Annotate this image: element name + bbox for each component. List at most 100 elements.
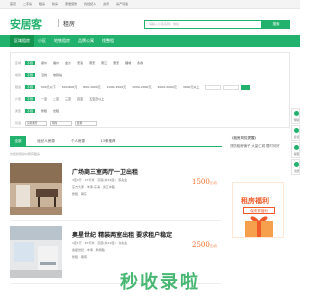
search-button[interactable]: 搜索: [262, 20, 290, 29]
service-button[interactable]: 客服: [291, 142, 300, 158]
house-type-select[interactable]: 房屋类型: [25, 120, 47, 126]
tab-recommended[interactable]: 13条推荐: [96, 136, 120, 147]
filter-option[interactable]: 鲤城: [125, 61, 131, 65]
filter-option[interactable]: 不限: [25, 97, 36, 101]
listing-item[interactable]: 广场商三室两厅一卫出租 3室2厅 · 97平米 · 高层(共32层) · 陈先生…: [10, 163, 222, 221]
filter-option[interactable]: 800-1000元: [83, 85, 100, 89]
filter-row-type: 类型 不限 整租 合租: [11, 107, 289, 115]
filter-option[interactable]: 3000元以上: [183, 85, 200, 89]
filter-option[interactable]: 地铁站: [53, 73, 62, 77]
filter-option[interactable]: 500-800元: [62, 85, 78, 89]
top-label: 顶部: [293, 170, 300, 173]
tab-agent-listings[interactable]: 经纪人房源: [32, 136, 60, 147]
filter-row-layout: 户型 不限 一室 二室 三室 四室 五室及以上: [11, 95, 289, 103]
promo-banner[interactable]: 租房福利 保来宾福利: [232, 182, 284, 238]
site-logo[interactable]: 安居客: [10, 16, 42, 32]
filter-option[interactable]: 五室及以上: [89, 97, 104, 101]
filter-row-price: 租金 不限 500元以下 500-800元 800-1000元 1000-150…: [11, 83, 289, 91]
listing-address: 奥星世纪 · 丰泽 · 刺桐路: [72, 248, 105, 252]
filter-option[interactable]: 南安: [89, 61, 95, 65]
listing-details: 2室1厅 · 87平米 · 高层(共31层) · 许先生: [72, 241, 128, 245]
feedback-button[interactable]: 反馈: [291, 125, 300, 141]
nav-brand-apartment[interactable]: 品牌公寓: [74, 35, 98, 47]
filter-panel: 区域 不限 郑州 福州 金沙 安溪 南安 晋江 惠安 鲤城 永春 地铁 不限 沿…: [10, 52, 290, 128]
feedback-label: 反馈: [293, 136, 300, 139]
filter-option[interactable]: 二室: [53, 97, 59, 101]
filter-option[interactable]: 三室: [65, 97, 71, 101]
filter-row-more: 筛选 房屋类型 朝向 装修: [11, 119, 289, 127]
price-unit: 元/月: [209, 181, 217, 185]
top-nav-news[interactable]: 资讯: [103, 2, 109, 6]
nav-whole-rent[interactable]: 找整租: [98, 35, 118, 47]
top-nav-home[interactable]: 首页: [10, 2, 16, 6]
help-button[interactable]: 帮助: [291, 108, 300, 124]
header: 安居客 租房 请输入小区名称、地址 搜索: [0, 10, 300, 34]
logo-divider: [58, 19, 59, 27]
filter-label: 类型: [15, 109, 22, 113]
decoration-select[interactable]: 装修: [75, 120, 97, 126]
channel-name: 租房: [63, 21, 76, 28]
filter-option[interactable]: 不限: [25, 85, 36, 89]
filter-option[interactable]: 500元以下: [41, 85, 56, 89]
filter-label: 地铁: [15, 73, 22, 77]
top-nav-decor[interactable]: 家居装修: [65, 2, 77, 6]
filter-option[interactable]: 永春: [137, 61, 143, 65]
service-label: 客服: [293, 153, 300, 156]
listing-photo[interactable]: [10, 163, 62, 215]
nav-metro-rent[interactable]: 地铁租房: [50, 35, 74, 47]
listing-address: 东方大厦 · 丰泽-东海 · 滨江中路: [72, 185, 115, 189]
result-summary: 为您找到泉州所有租房: [10, 152, 41, 156]
top-nav-new[interactable]: 新房: [52, 2, 58, 6]
price-value: 2500: [192, 241, 210, 249]
listing-title[interactable]: 奥星世纪 精装两室出租 要求租户稳定: [72, 230, 172, 239]
filter-option[interactable]: 晋江: [101, 61, 107, 65]
filter-option[interactable]: 惠安: [113, 61, 119, 65]
filter-option[interactable]: 福州: [53, 61, 59, 65]
filter-option[interactable]: 不限: [25, 109, 36, 113]
price-max-input[interactable]: [223, 84, 240, 90]
nav-area-rent[interactable]: 区域租房: [10, 35, 34, 47]
listing-tabs: 全部 经纪人房源 个人房源 13条推荐: [10, 136, 222, 147]
help-label: 帮助: [293, 119, 300, 122]
filter-option[interactable]: 整租: [41, 109, 47, 113]
top-nav-secondhand[interactable]: 二手房: [23, 2, 32, 6]
listing-title[interactable]: 广场商三室两厅一卫出租: [72, 167, 138, 176]
listing-tags: 整租 · 朝东: [72, 192, 87, 196]
top-nav-agent[interactable]: 找经纪人: [84, 2, 96, 6]
back-to-top-button[interactable]: 顶部: [291, 159, 300, 175]
watermark-text: 秒收录啦: [120, 272, 200, 293]
filter-option[interactable]: 不限: [25, 61, 36, 65]
price-min-input[interactable]: [205, 84, 222, 90]
filter-option[interactable]: 金沙: [65, 61, 71, 65]
headset-icon: [294, 145, 299, 150]
search-input[interactable]: 请输入小区名称、地址: [144, 20, 262, 29]
filter-row-metro: 地铁 不限 沿线 地铁站: [11, 71, 289, 79]
filter-option[interactable]: 2000-3000元: [157, 85, 176, 89]
filter-option[interactable]: 四室: [77, 97, 83, 101]
price-value: 1500: [192, 178, 210, 186]
filter-option[interactable]: 合租: [53, 109, 59, 113]
listing-price: 2500元/月: [192, 241, 217, 249]
price-unit: 元/月: [209, 244, 217, 248]
filter-row-area: 区域 不限 郑州 福州 金沙 安溪 南安 晋江 惠安 鲤城 永春: [11, 59, 289, 67]
listing-details: 3室2厅 · 97平米 · 高层(共32层) · 陈先生: [72, 178, 128, 182]
risk-notice-title[interactable]: 《租房风险提醒》: [230, 136, 290, 141]
watermark: 秒收录啦: [0, 262, 300, 300]
filter-option[interactable]: 1000-1500元: [107, 85, 126, 89]
filter-option[interactable]: 沿线: [41, 73, 47, 77]
top-nav-qa[interactable]: 房产问答: [116, 2, 128, 6]
orientation-select[interactable]: 朝向: [50, 120, 72, 126]
top-nav-rent[interactable]: 租房: [39, 2, 45, 6]
filter-option[interactable]: 安溪: [77, 61, 83, 65]
filter-option[interactable]: 郑州: [41, 61, 47, 65]
filter-label: 筛选: [15, 121, 22, 125]
price-confirm-button[interactable]: [241, 84, 251, 90]
tab-personal-listings[interactable]: 个人房源: [66, 136, 90, 147]
nav-community[interactable]: 小区: [34, 35, 50, 47]
float-toolbar: 帮助 反馈 客服 顶部: [291, 108, 300, 176]
filter-option[interactable]: 不限: [25, 73, 36, 77]
filter-option[interactable]: 1500-2000元: [132, 85, 151, 89]
tab-all[interactable]: 全部: [10, 136, 26, 147]
filter-option[interactable]: 一室: [41, 97, 47, 101]
filter-label: 区域: [15, 61, 22, 65]
